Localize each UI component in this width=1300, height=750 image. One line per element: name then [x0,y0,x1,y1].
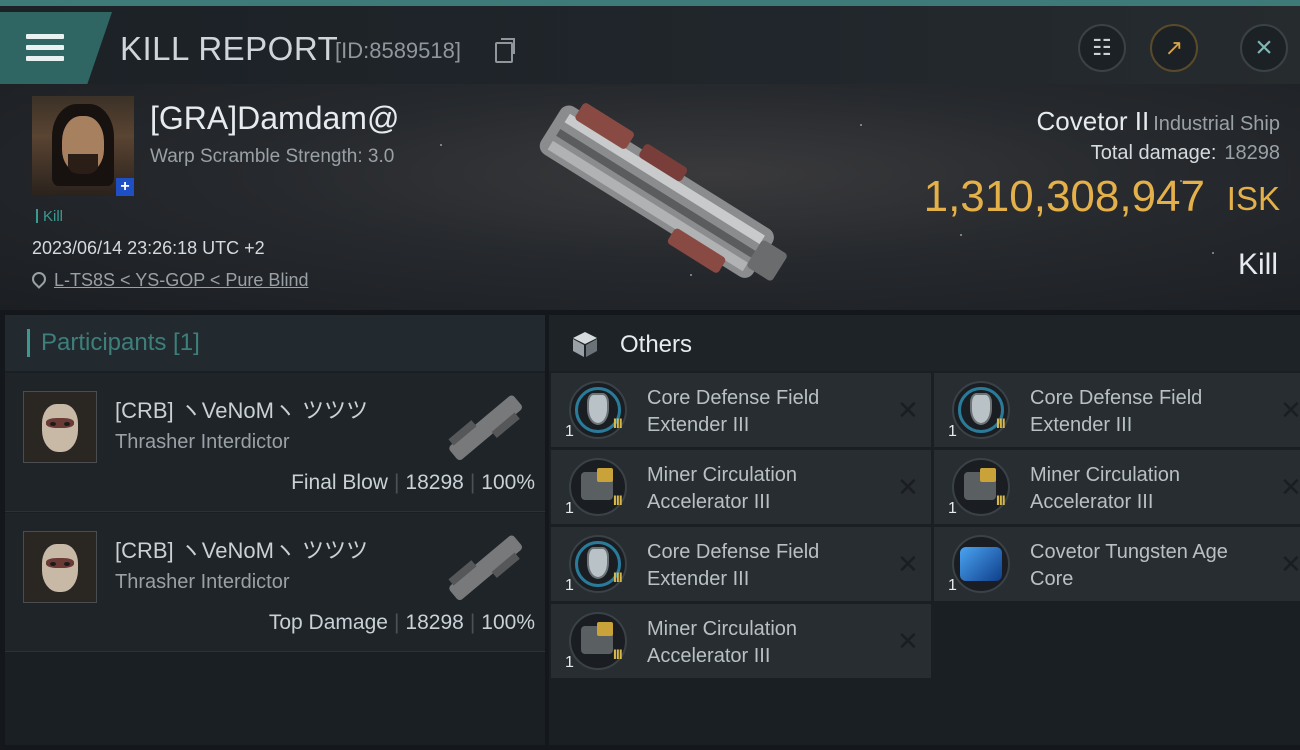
participant-avatar[interactable] [23,531,97,603]
participant-avatar[interactable] [23,391,97,463]
participant-ship: Thrasher Interdictor [115,571,290,593]
total-damage-value: 18298 [1224,142,1280,164]
item-tier: III [613,646,623,662]
kill-datetime: 2023/06/14 23:26:18 UTC +2 [32,238,265,258]
item-tier: III [613,492,623,508]
item-tier: III [996,415,1006,431]
participant-ship-image [448,395,522,461]
participant-ship: Thrasher Interdictor [115,431,290,453]
close-icon: × [1255,31,1273,64]
page-title: KILL REPORT [120,30,339,67]
warp-scramble-strength: Warp Scramble Strength: 3.0 [150,146,395,167]
others-panel: Others 1 III Core Defense Field Extender… [549,315,1300,745]
tungsten-core-icon [952,535,1010,593]
kill-result: Kill [1237,248,1278,281]
participant-ship-image [448,535,522,601]
ship-name: Covetor II [1036,106,1150,136]
participant-damage: 18298 [405,471,464,494]
participant-name: [CRB] ヽVeNoMヽ ツツツ [115,538,369,563]
item-quantity: 1 [948,577,957,594]
clipboard-icon: ☷ [1092,35,1112,60]
participant-row[interactable]: [CRB] ヽVeNoMヽ ツツツ Thrasher Interdictor F… [5,373,545,512]
item-tier: III [613,415,623,431]
share-button[interactable]: ↗ [1150,24,1198,72]
participant-percent: 100% [481,471,535,494]
item-name: Core Defense Field Extender III [647,541,820,590]
participant-row[interactable]: [CRB] ヽVeNoMヽ ツツツ Thrasher Interdictor T… [5,513,545,652]
item-quantity: 1 [948,500,957,517]
item-slot[interactable]: 1 III Miner Circulation Accelerator III … [934,450,1300,524]
item-name: Covetor Tungsten Age Core [1030,541,1228,590]
item-slot[interactable]: 1 III Core Defense Field Extender III ✕ [934,373,1300,447]
copy-icon[interactable] [495,38,515,63]
destroyed-x-icon: ✕ [897,549,919,579]
participant-percent: 100% [481,611,535,634]
others-header: Others [549,315,1300,371]
location-link[interactable]: L-TS8S < YS-GOP < Pure Blind [54,270,308,291]
participant-stats: Final Blow | 18298 | 100% [291,471,535,494]
add-contact-icon[interactable]: + [116,178,134,196]
hamburger-menu-icon [26,34,64,64]
item-slot[interactable]: 1 Covetor Tungsten Age Core ✕ [934,527,1300,601]
item-name: Core Defense Field Extender III [647,387,820,436]
total-damage: Total damage: 18298 [1091,142,1280,165]
item-quantity: 1 [565,577,574,594]
total-damage-label: Total damage: [1090,142,1217,164]
isk-value: 1,310,308,947 [923,172,1205,221]
report-header: KILL REPORT [ID:8589518] ☷ ↗ × [0,6,1300,84]
item-quantity: 1 [948,423,957,440]
participants-panel: Participants [1] [CRB] ヽVeNoMヽ ツツツ Thras… [5,315,545,745]
item-slot[interactable]: 1 III Miner Circulation Accelerator III … [551,450,931,524]
ship-class: Industrial Ship [1153,113,1280,135]
participants-header: Participants [1] [5,315,545,371]
item-quantity: 1 [565,654,574,671]
notes-button[interactable]: ☷ [1078,24,1126,72]
destroyed-x-icon: ✕ [897,626,919,656]
item-name: Core Defense Field Extender III [1030,387,1203,436]
isk-unit: ISK [1226,180,1280,217]
item-tier: III [996,492,1006,508]
destroyed-x-icon: ✕ [897,395,919,425]
item-name: Miner Circulation Accelerator III [1030,464,1181,513]
item-quantity: 1 [565,500,574,517]
close-button[interactable]: × [1240,24,1288,72]
destroyed-x-icon: ✕ [897,472,919,502]
item-name: Miner Circulation Accelerator III [647,464,798,513]
item-name: Miner Circulation Accelerator III [647,618,798,667]
share-icon: ↗ [1164,35,1184,60]
report-id: [ID:8589518] [335,38,461,63]
participant-damage: 18298 [405,611,464,634]
participants-title: Participants [1] [41,329,200,356]
item-quantity: 1 [565,423,574,440]
destroyed-x-icon: ✕ [1280,395,1300,425]
cargo-cube-icon [573,332,597,357]
participant-role: Top Damage [268,611,388,634]
participant-stats: Top Damage | 18298 | 100% [268,611,535,634]
item-slot[interactable]: 1 III Miner Circulation Accelerator III … [551,604,931,678]
participant-name: [CRB] ヽVeNoMヽ ツツツ [115,398,369,423]
ship-type: Covetor II Industrial Ship [1037,106,1280,137]
destroyed-x-icon: ✕ [1280,472,1300,502]
others-title: Others [620,331,693,358]
ship-image [539,103,787,281]
item-slot[interactable]: 1 III Core Defense Field Extender III ✕ [551,373,931,447]
destroyed-x-icon: ✕ [1280,549,1300,579]
victim-name[interactable]: [GRA]Damdam@ [150,100,399,137]
menu-button[interactable] [0,12,112,84]
kill-tag: Kill [36,208,63,225]
item-tier: III [613,569,623,585]
participant-role: Final Blow [291,471,388,494]
item-slot[interactable]: 1 III Core Defense Field Extender III ✕ [551,527,931,601]
